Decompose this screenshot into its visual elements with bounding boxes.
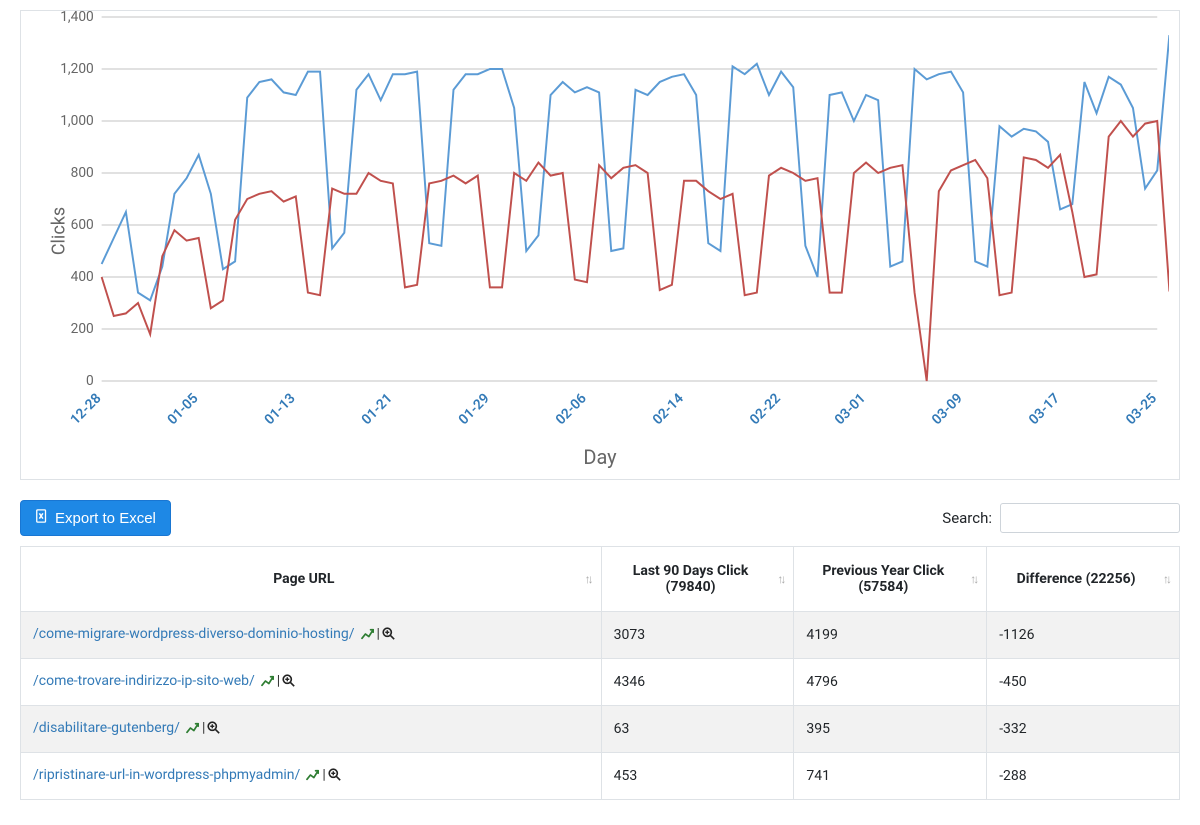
search-group: Search: xyxy=(942,503,1180,533)
search-input[interactable] xyxy=(1000,503,1180,533)
cell-diff: -288 xyxy=(987,753,1180,800)
svg-text:01-29: 01-29 xyxy=(456,390,493,428)
separator: | xyxy=(377,626,380,642)
cell-diff: -450 xyxy=(987,659,1180,706)
svg-text:12-28: 12-28 xyxy=(67,390,104,428)
svg-text:0: 0 xyxy=(86,373,94,389)
svg-text:03-09: 03-09 xyxy=(929,390,966,428)
svg-text:03-17: 03-17 xyxy=(1026,390,1063,428)
separator: | xyxy=(202,720,205,736)
svg-text:02-14: 02-14 xyxy=(650,390,687,428)
y-axis-label: Clicks xyxy=(49,207,70,255)
sort-icon: ↑↓ xyxy=(777,572,783,586)
magnify-icon[interactable] xyxy=(328,768,341,785)
separator: | xyxy=(322,767,325,783)
cell-prev: 4199 xyxy=(794,612,987,659)
magnify-icon[interactable] xyxy=(282,674,295,691)
svg-text:02-06: 02-06 xyxy=(553,390,590,428)
svg-text:200: 200 xyxy=(71,321,94,337)
svg-text:1,400: 1,400 xyxy=(60,11,94,25)
magnify-icon[interactable] xyxy=(207,721,220,738)
col-header-last90[interactable]: Last 90 Days Click (79840) ↑↓ xyxy=(601,547,794,612)
svg-text:800: 800 xyxy=(71,165,94,181)
sort-icon: ↑↓ xyxy=(970,572,976,586)
magnify-icon[interactable] xyxy=(382,627,395,644)
cell-last90: 453 xyxy=(601,753,794,800)
results-table: Page URL ↑↓ Last 90 Days Click (79840) ↑… xyxy=(20,546,1180,800)
svg-text:600: 600 xyxy=(71,217,94,233)
svg-text:400: 400 xyxy=(71,269,94,285)
cell-url: /come-migrare-wordpress-diverso-dominio-… xyxy=(21,612,602,659)
excel-icon xyxy=(35,509,49,527)
cell-prev: 741 xyxy=(794,753,987,800)
page-url-link[interactable]: /ripristinare-url-in-wordpress-phpmyadmi… xyxy=(33,767,300,783)
separator: | xyxy=(277,673,280,689)
col-header-diff[interactable]: Difference (22256) ↑↓ xyxy=(987,547,1180,612)
page-url-link[interactable]: /come-migrare-wordpress-diverso-dominio-… xyxy=(33,626,355,642)
cell-last90: 4346 xyxy=(601,659,794,706)
sort-icon: ↑↓ xyxy=(1163,572,1169,586)
cell-prev: 395 xyxy=(794,706,987,753)
svg-text:01-05: 01-05 xyxy=(165,390,202,428)
table-row: /come-migrare-wordpress-diverso-dominio-… xyxy=(21,612,1180,659)
chart-link-icon[interactable] xyxy=(361,628,375,644)
svg-text:01-13: 01-13 xyxy=(262,390,299,428)
svg-text:03-25: 03-25 xyxy=(1123,390,1160,428)
table-row: /come-trovare-indirizzo-ip-sito-web/ | 434… xyxy=(21,659,1180,706)
cell-diff: -332 xyxy=(987,706,1180,753)
clicks-chart: Clicks 0 200 400 600 800 1,000 1,200 1,400 12-28… xyxy=(20,10,1180,480)
svg-text:1,000: 1,000 xyxy=(60,113,94,129)
page-url-link[interactable]: /disabilitare-gutenberg/ xyxy=(33,720,180,736)
svg-text:03-01: 03-01 xyxy=(832,390,869,428)
cell-prev: 4796 xyxy=(794,659,987,706)
cell-last90: 3073 xyxy=(601,612,794,659)
table-header-row: Page URL ↑↓ Last 90 Days Click (79840) ↑… xyxy=(21,547,1180,612)
svg-text:02-22: 02-22 xyxy=(747,390,784,428)
col-header-prev[interactable]: Previous Year Click (57584) ↑↓ xyxy=(794,547,987,612)
table-row: /disabilitare-gutenberg/ | 63395-332 xyxy=(21,706,1180,753)
svg-text:01-21: 01-21 xyxy=(359,390,396,428)
sort-icon: ↑↓ xyxy=(585,572,591,586)
page-url-link[interactable]: /come-trovare-indirizzo-ip-sito-web/ xyxy=(33,673,255,689)
cell-url: /come-trovare-indirizzo-ip-sito-web/ | xyxy=(21,659,602,706)
cell-url: /disabilitare-gutenberg/ | xyxy=(21,706,602,753)
cell-url: /ripristinare-url-in-wordpress-phpmyadmi… xyxy=(21,753,602,800)
export-button[interactable]: Export to Excel xyxy=(20,500,171,536)
toolbar-row: Export to Excel Search: xyxy=(20,500,1180,536)
chart-svg: 0 200 400 600 800 1,000 1,200 1,400 12-28 01-05 01… xyxy=(31,11,1169,451)
chart-link-icon[interactable] xyxy=(306,769,320,785)
export-label: Export to Excel xyxy=(55,510,156,527)
cell-diff: -1126 xyxy=(987,612,1180,659)
search-label: Search: xyxy=(942,509,992,527)
chart-link-icon[interactable] xyxy=(261,675,275,691)
chart-link-icon[interactable] xyxy=(186,722,200,738)
cell-last90: 63 xyxy=(601,706,794,753)
svg-text:1,200: 1,200 xyxy=(60,61,94,77)
table-row: /ripristinare-url-in-wordpress-phpmyadmi… xyxy=(21,753,1180,800)
col-header-url[interactable]: Page URL ↑↓ xyxy=(21,547,602,612)
